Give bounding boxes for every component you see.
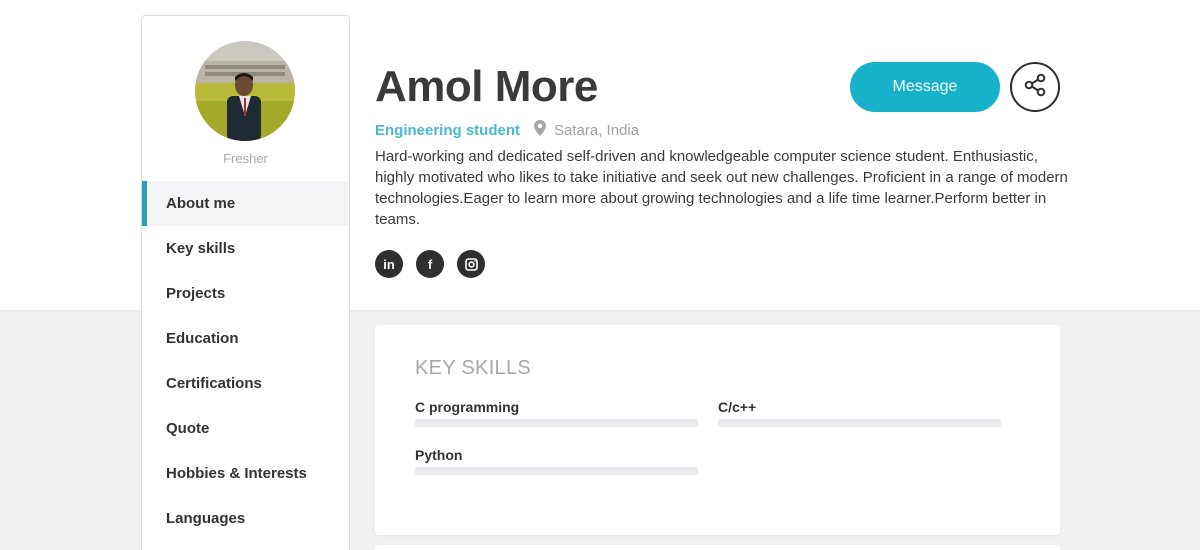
avatar <box>195 41 295 141</box>
message-button[interactable]: Message <box>850 62 1000 112</box>
sidebar-item-about-me[interactable]: About me <box>142 181 349 226</box>
profile-title: Engineering student <box>375 121 521 139</box>
facebook-icon[interactable]: f <box>416 250 444 278</box>
instagram-icon[interactable] <box>457 250 485 278</box>
profile-subline: Engineering student Satara, India <box>375 120 639 140</box>
social-links: in f <box>375 250 485 278</box>
profile-location: Satara, India <box>554 121 640 139</box>
next-section-card <box>375 545 1060 550</box>
experience-level: Fresher <box>223 151 268 166</box>
key-skills-heading: KEY SKILLS <box>415 357 532 379</box>
skill-item: C programming <box>415 399 698 427</box>
linkedin-icon[interactable]: in <box>375 250 403 278</box>
sidebar-item-education[interactable]: Education <box>142 316 349 361</box>
profile-bio: Hard-working and dedicated self-driven a… <box>375 148 1068 228</box>
share-icon <box>1022 72 1048 103</box>
profile-sidebar: Fresher About me Key skills Projects Edu… <box>141 15 350 550</box>
skill-name: C/c++ <box>718 399 757 415</box>
skill-bar <box>415 419 698 427</box>
location-pin-icon <box>534 120 547 140</box>
skill-bar <box>415 467 698 475</box>
skill-bar <box>718 419 1001 427</box>
skill-name: Python <box>415 447 463 463</box>
sidebar-item-key-skills[interactable]: Key skills <box>142 226 349 271</box>
sidebar-item-hobbies[interactable]: Hobbies & Interests <box>142 451 349 496</box>
sidebar-nav: About me Key skills Projects Education C… <box>142 181 349 541</box>
sidebar-item-certifications[interactable]: Certifications <box>142 361 349 406</box>
skill-item: Python <box>415 447 698 475</box>
sidebar-item-projects[interactable]: Projects <box>142 271 349 316</box>
sidebar-item-quote[interactable]: Quote <box>142 406 349 451</box>
sidebar-item-languages[interactable]: Languages <box>142 496 349 541</box>
share-button[interactable] <box>1010 62 1060 112</box>
skill-item: C/c++ <box>718 399 1001 427</box>
profile-name: Amol More <box>375 62 598 111</box>
key-skills-card: KEY SKILLS C programming C/c++ Python <box>375 325 1060 535</box>
skill-name: C programming <box>415 399 520 415</box>
